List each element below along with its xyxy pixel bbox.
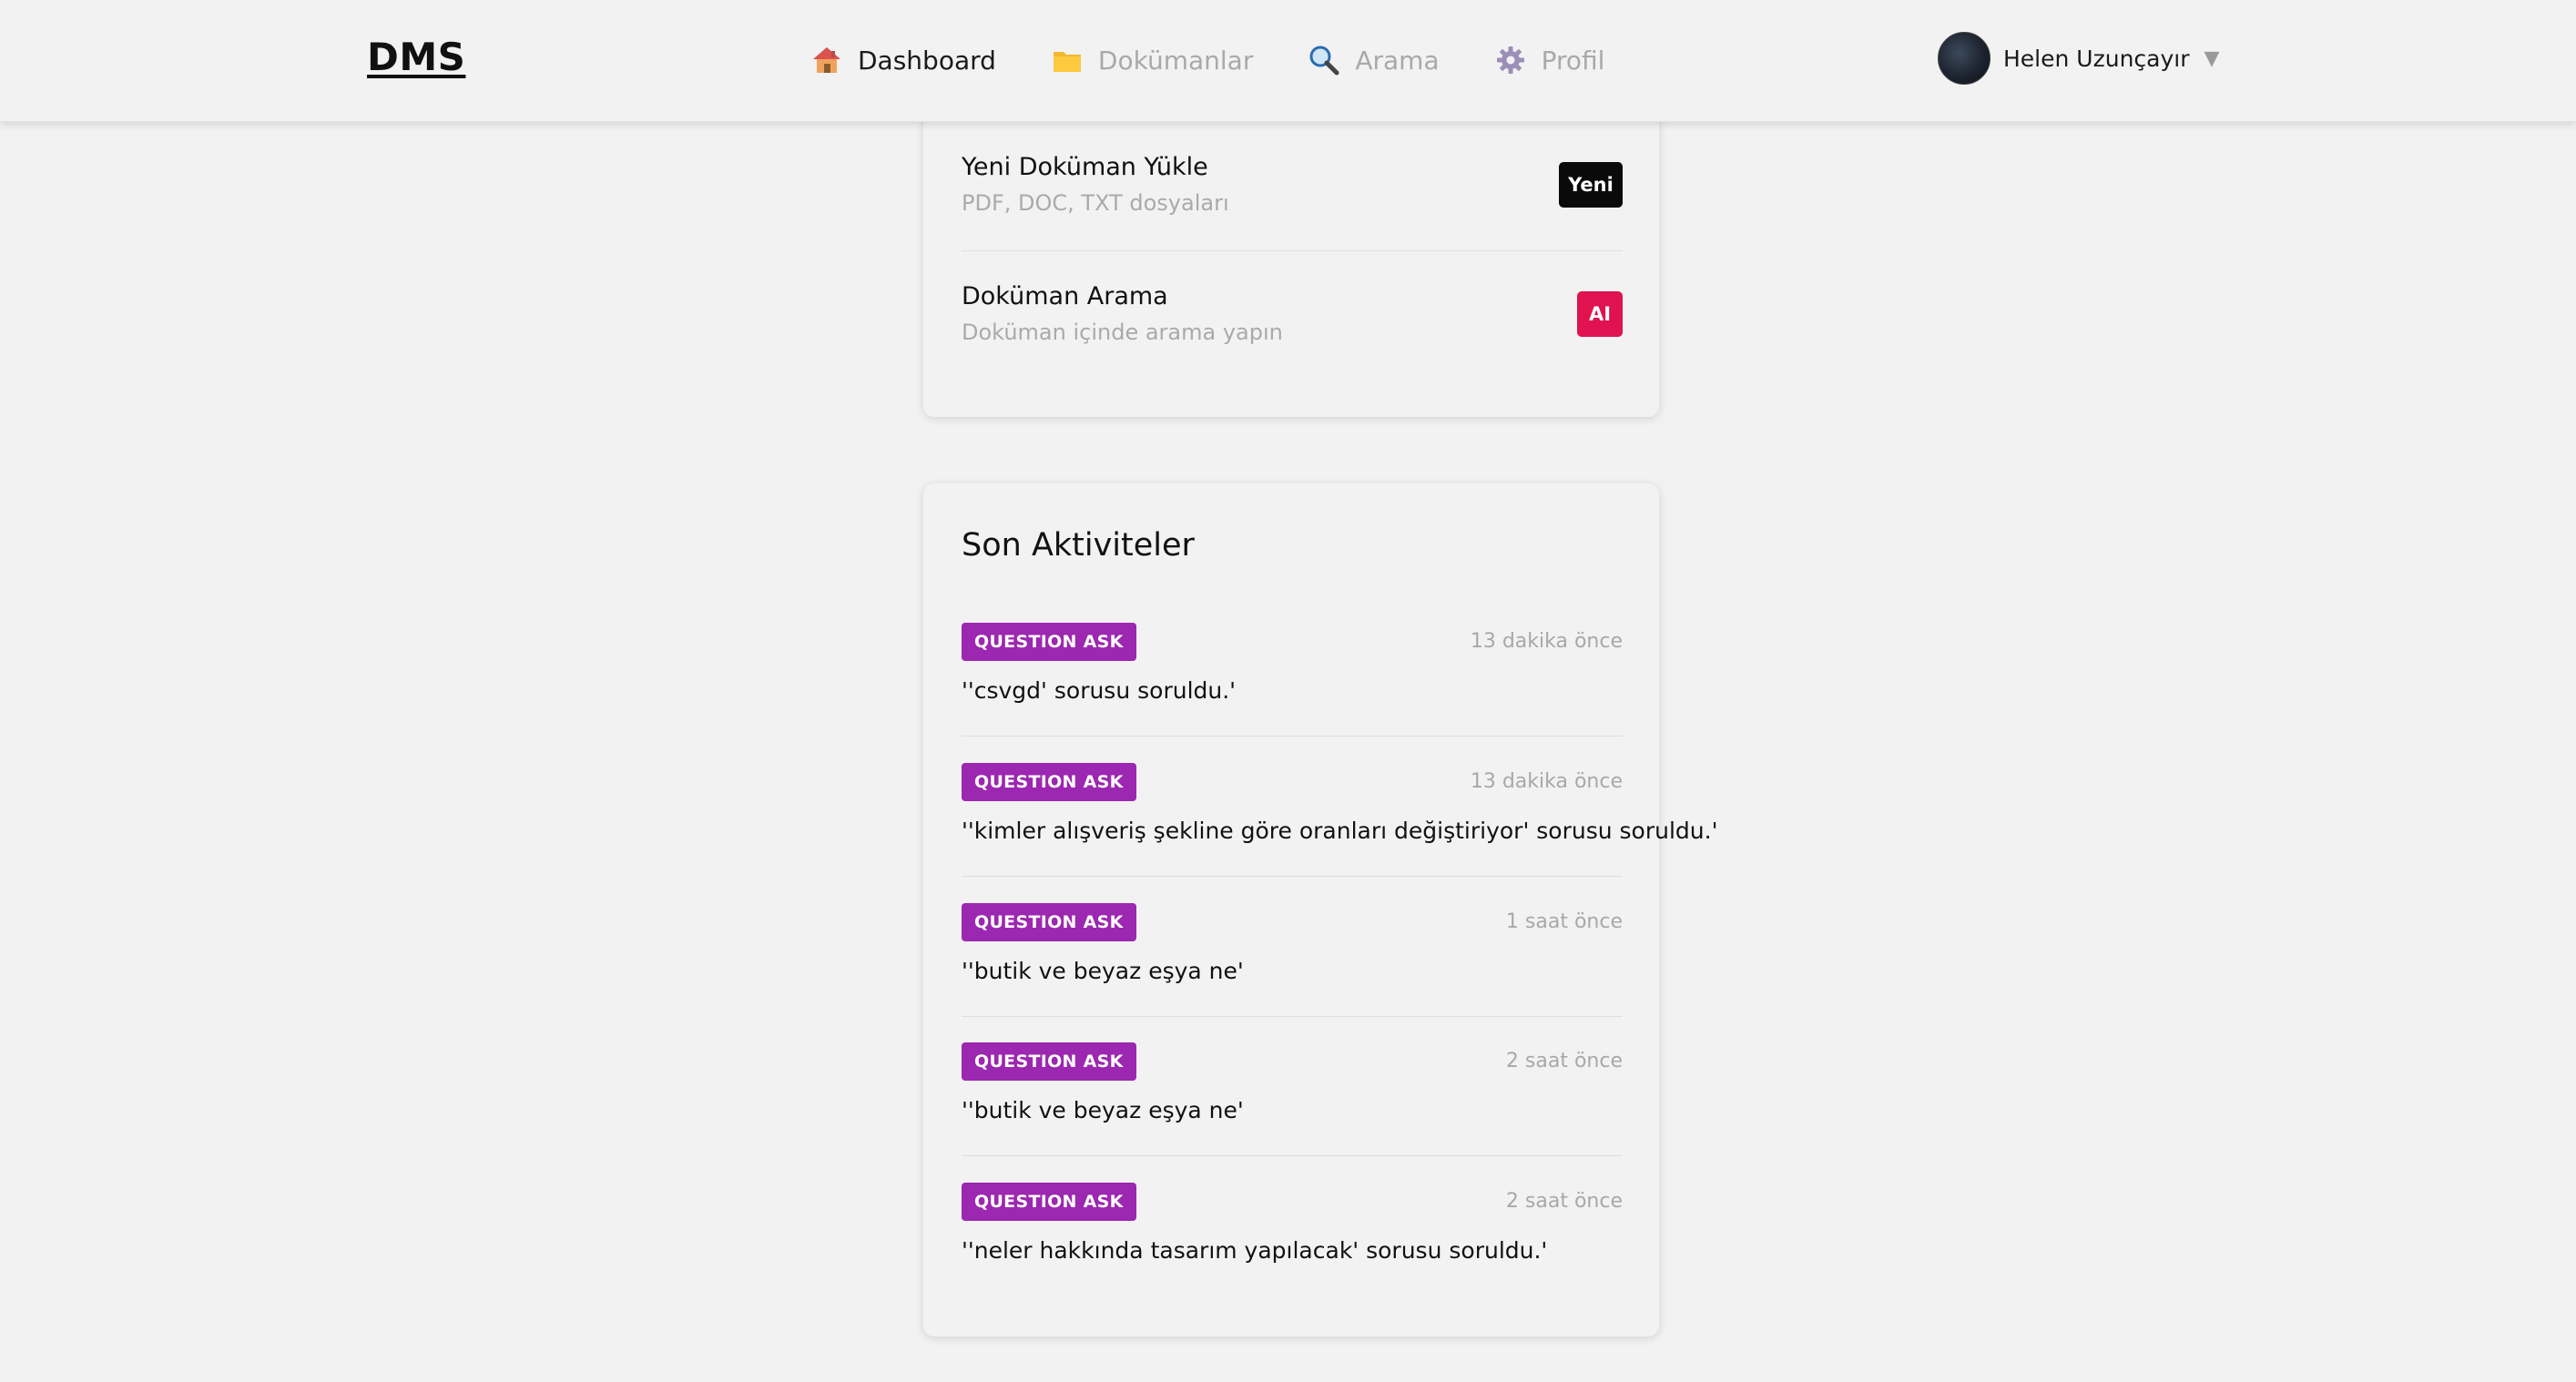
quick-actions-card: Yeni Doküman Yükle PDF, DOC, TXT dosyala… <box>923 91 1659 417</box>
activity-type-badge: QUESTION ASK <box>962 1183 1136 1221</box>
divider <box>962 1016 1623 1017</box>
action-subtitle: Doküman içinde arama yapın <box>962 320 1283 345</box>
action-subtitle: PDF, DOC, TXT dosyaları <box>962 190 1229 216</box>
app-logo[interactable]: DMS <box>367 35 465 79</box>
activity-time: 13 dakika önce <box>1470 770 1623 793</box>
nav-label-dokumanlar: Dokümanlar <box>1097 45 1254 76</box>
action-title: Yeni Doküman Yükle <box>962 153 1208 181</box>
list-item: QUESTION ASK 1 saat önce ''butik ve beya… <box>962 903 1623 1043</box>
user-menu[interactable]: Helen Uzunçayır ▼ <box>1938 32 2219 85</box>
nav-item-profil[interactable]: Profil <box>1494 44 1605 76</box>
gear-icon <box>1496 46 1524 74</box>
activity-message: ''neler hakkında tasarım yapılacak' soru… <box>962 1237 1548 1264</box>
nav-item-dokumanlar[interactable]: Dokümanlar <box>1051 44 1253 76</box>
avatar[interactable] <box>1938 32 1991 85</box>
ai-badge: AI <box>1577 291 1623 337</box>
recent-activity-card: Son Aktiviteler QUESTION ASK 13 dakika ö… <box>923 483 1717 1336</box>
divider <box>962 1155 1623 1156</box>
action-upload-document[interactable]: Yeni Doküman Yükle PDF, DOC, TXT dosyala… <box>962 153 1623 216</box>
list-item: QUESTION ASK 2 saat önce ''neler hakkınd… <box>962 1183 1623 1323</box>
activity-time: 2 saat önce <box>1505 1190 1623 1213</box>
chevron-down-icon[interactable]: ▼ <box>2204 47 2220 70</box>
magnifier-icon <box>1309 46 1339 76</box>
activity-time: 13 dakika önce <box>1470 630 1623 653</box>
list-item: QUESTION ASK 2 saat önce ''butik ve beya… <box>962 1042 1623 1183</box>
activity-message: ''butik ve beyaz eşya ne' <box>962 958 1244 984</box>
activity-message: ''csvgd' sorusu soruldu.' <box>962 677 1237 704</box>
nav-item-dashboard[interactable]: Dashboard <box>810 44 996 76</box>
action-title: Doküman Arama <box>962 282 1168 310</box>
new-badge: Yeni <box>1559 162 1623 208</box>
activity-type-badge: QUESTION ASK <box>962 623 1136 661</box>
nav-label-arama: Arama <box>1355 45 1440 76</box>
activity-type-badge: QUESTION ASK <box>962 1042 1136 1081</box>
nav-label-profil: Profil <box>1541 45 1605 76</box>
divider <box>962 250 1623 251</box>
top-navbar: DMS Dashboard Dokümanlar Arama Profil He… <box>0 0 2576 122</box>
divider <box>962 876 1623 877</box>
activity-time: 1 saat önce <box>1505 910 1623 933</box>
activity-message: ''butik ve beyaz eşya ne' <box>962 1097 1244 1123</box>
action-document-search[interactable]: Doküman Arama Doküman içinde arama yapın… <box>962 282 1623 345</box>
divider <box>962 736 1623 737</box>
activity-time: 2 saat önce <box>1505 1050 1623 1072</box>
list-item: QUESTION ASK 13 dakika önce ''kimler alı… <box>962 763 1717 903</box>
list-item: QUESTION ASK 13 dakika önce ''csvgd' sor… <box>962 623 1623 763</box>
activity-type-badge: QUESTION ASK <box>962 903 1136 941</box>
user-name: Helen Uzunçayır <box>2003 45 2190 72</box>
nav-item-arama[interactable]: Arama <box>1308 44 1440 76</box>
activity-type-badge: QUESTION ASK <box>962 763 1136 801</box>
main-nav: Dashboard Dokümanlar Arama Profil <box>810 36 1659 84</box>
nav-label-dashboard: Dashboard <box>858 45 996 76</box>
house-icon <box>813 47 840 73</box>
activity-message: ''kimler alışveriş şekline göre oranları… <box>962 818 1718 844</box>
folder-icon <box>1053 52 1081 72</box>
section-title: Son Aktiviteler <box>962 527 1195 564</box>
